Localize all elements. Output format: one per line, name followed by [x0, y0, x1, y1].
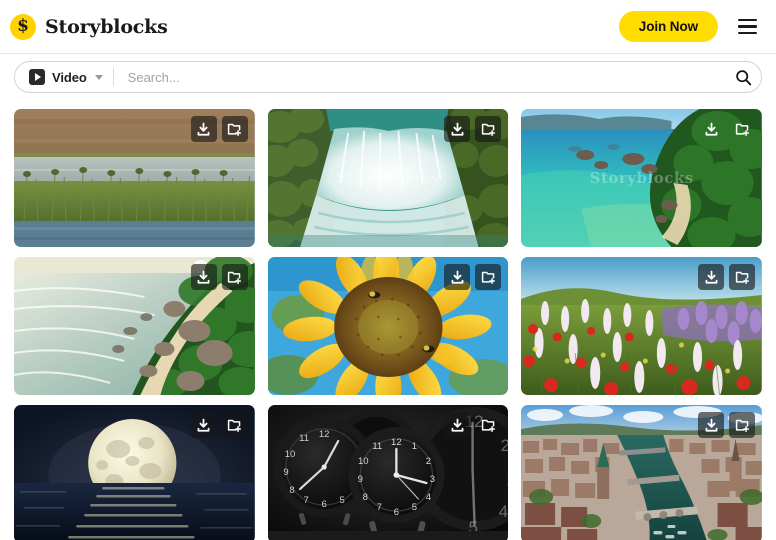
card-actions: [190, 116, 248, 142]
download-icon: [451, 270, 464, 284]
result-card[interactable]: [521, 405, 762, 540]
folder-plus-icon: [481, 271, 495, 284]
media-type-label: Video: [52, 69, 87, 85]
site-header: $ Storyblocks Join Now: [0, 0, 776, 54]
svg-text:11: 11: [372, 441, 382, 452]
folder-plus-icon: [228, 271, 242, 284]
svg-text:1: 1: [411, 441, 416, 452]
play-icon: [29, 69, 45, 85]
folder-plus-icon: [481, 419, 495, 432]
svg-text:4: 4: [498, 502, 507, 521]
svg-text:5: 5: [411, 502, 416, 513]
download-icon: [705, 122, 717, 136]
svg-text:6: 6: [393, 507, 398, 518]
result-card[interactable]: [267, 257, 509, 395]
download-button[interactable]: [190, 412, 217, 438]
result-card[interactable]: [14, 405, 255, 540]
result-card[interactable]: [521, 257, 762, 395]
results-grid: Storyblocks Storyblocks 12 2 4 5 12 11 1…: [14, 109, 762, 540]
download-icon: [197, 418, 210, 432]
card-actions: [444, 412, 501, 438]
hamburger-line: [737, 25, 757, 28]
brand-name: Storyblocks: [45, 15, 168, 38]
svg-text:6: 6: [321, 499, 326, 510]
add-to-collection-button[interactable]: [729, 412, 755, 438]
download-icon: [197, 122, 210, 136]
download-icon: [705, 418, 717, 432]
hamburger-menu-icon[interactable]: [732, 12, 762, 42]
svg-text:12: 12: [391, 437, 402, 448]
download-button[interactable]: [190, 116, 217, 142]
add-to-collection-button[interactable]: [221, 116, 248, 142]
svg-text:10: 10: [358, 456, 369, 467]
add-to-collection-button[interactable]: [221, 264, 248, 290]
logo-glyph: $: [17, 16, 29, 36]
result-card[interactable]: [14, 257, 255, 395]
card-actions: [698, 116, 755, 142]
download-icon: [451, 122, 464, 136]
hamburger-line: [737, 31, 757, 35]
search-icon: [735, 69, 751, 85]
folder-plus-icon: [735, 271, 749, 284]
search-input[interactable]: [113, 62, 729, 92]
search-bar-container: Video: [0, 54, 776, 100]
svg-text:10: 10: [284, 449, 295, 460]
add-to-collection-button[interactable]: [475, 264, 502, 290]
svg-text:9: 9: [283, 467, 288, 478]
svg-text:12: 12: [319, 429, 330, 440]
svg-text:4: 4: [425, 492, 430, 503]
download-icon: [451, 418, 464, 432]
svg-text:3: 3: [429, 474, 434, 485]
storyblocks-logo-icon: $: [10, 13, 36, 40]
card-actions: [190, 264, 248, 290]
folder-plus-icon: [481, 123, 495, 136]
svg-text:11: 11: [299, 433, 309, 444]
svg-text:7: 7: [376, 502, 381, 513]
add-to-collection-button[interactable]: [475, 116, 502, 142]
svg-text:7: 7: [303, 495, 308, 506]
chevron-down-icon: [94, 74, 103, 80]
folder-plus-icon: [735, 419, 749, 432]
search-submit-button[interactable]: [729, 63, 757, 91]
download-button[interactable]: [698, 264, 724, 290]
search-results: Storyblocks Storyblocks 12 2 4 5 12 11 1…: [0, 100, 776, 540]
download-button[interactable]: [190, 264, 217, 290]
download-button[interactable]: [444, 412, 471, 438]
search-bar: Video: [14, 61, 762, 93]
add-to-collection-button[interactable]: [729, 116, 755, 142]
svg-text:8: 8: [362, 492, 367, 503]
card-actions: [698, 412, 755, 438]
folder-plus-icon: [228, 419, 242, 432]
card-actions: [444, 264, 502, 290]
svg-text:5: 5: [339, 495, 344, 506]
download-icon: [197, 270, 210, 284]
join-now-button[interactable]: Join Now: [618, 11, 718, 42]
svg-text:3: 3: [506, 472, 508, 491]
brand-logo-link[interactable]: $ Storyblocks: [10, 13, 168, 40]
add-to-collection-button[interactable]: [475, 412, 501, 438]
result-card[interactable]: Storyblocks: [267, 109, 509, 247]
download-button[interactable]: [698, 412, 724, 438]
hamburger-line: [737, 18, 757, 22]
folder-plus-icon: [228, 123, 242, 136]
svg-text:2: 2: [500, 436, 508, 455]
card-actions: [698, 264, 755, 290]
svg-text:8: 8: [289, 485, 294, 496]
folder-plus-icon: [735, 123, 749, 136]
result-card[interactable]: Storyblocks: [521, 109, 762, 247]
svg-text:2: 2: [425, 456, 430, 467]
result-card[interactable]: [14, 109, 255, 247]
card-actions: [190, 412, 248, 438]
storyblocks-app: $ Storyblocks Join Now Video Search... S…: [0, 0, 776, 540]
svg-text:9: 9: [357, 474, 362, 485]
download-button[interactable]: [698, 116, 724, 142]
result-card[interactable]: 122 34 5 121110 98: [267, 405, 509, 540]
add-to-collection-button[interactable]: [729, 264, 755, 290]
add-to-collection-button[interactable]: [221, 412, 248, 438]
download-button[interactable]: [444, 116, 471, 142]
download-icon: [705, 270, 717, 284]
download-button[interactable]: [444, 264, 471, 290]
card-actions: [444, 116, 502, 142]
media-type-dropdown[interactable]: Video: [29, 62, 113, 92]
